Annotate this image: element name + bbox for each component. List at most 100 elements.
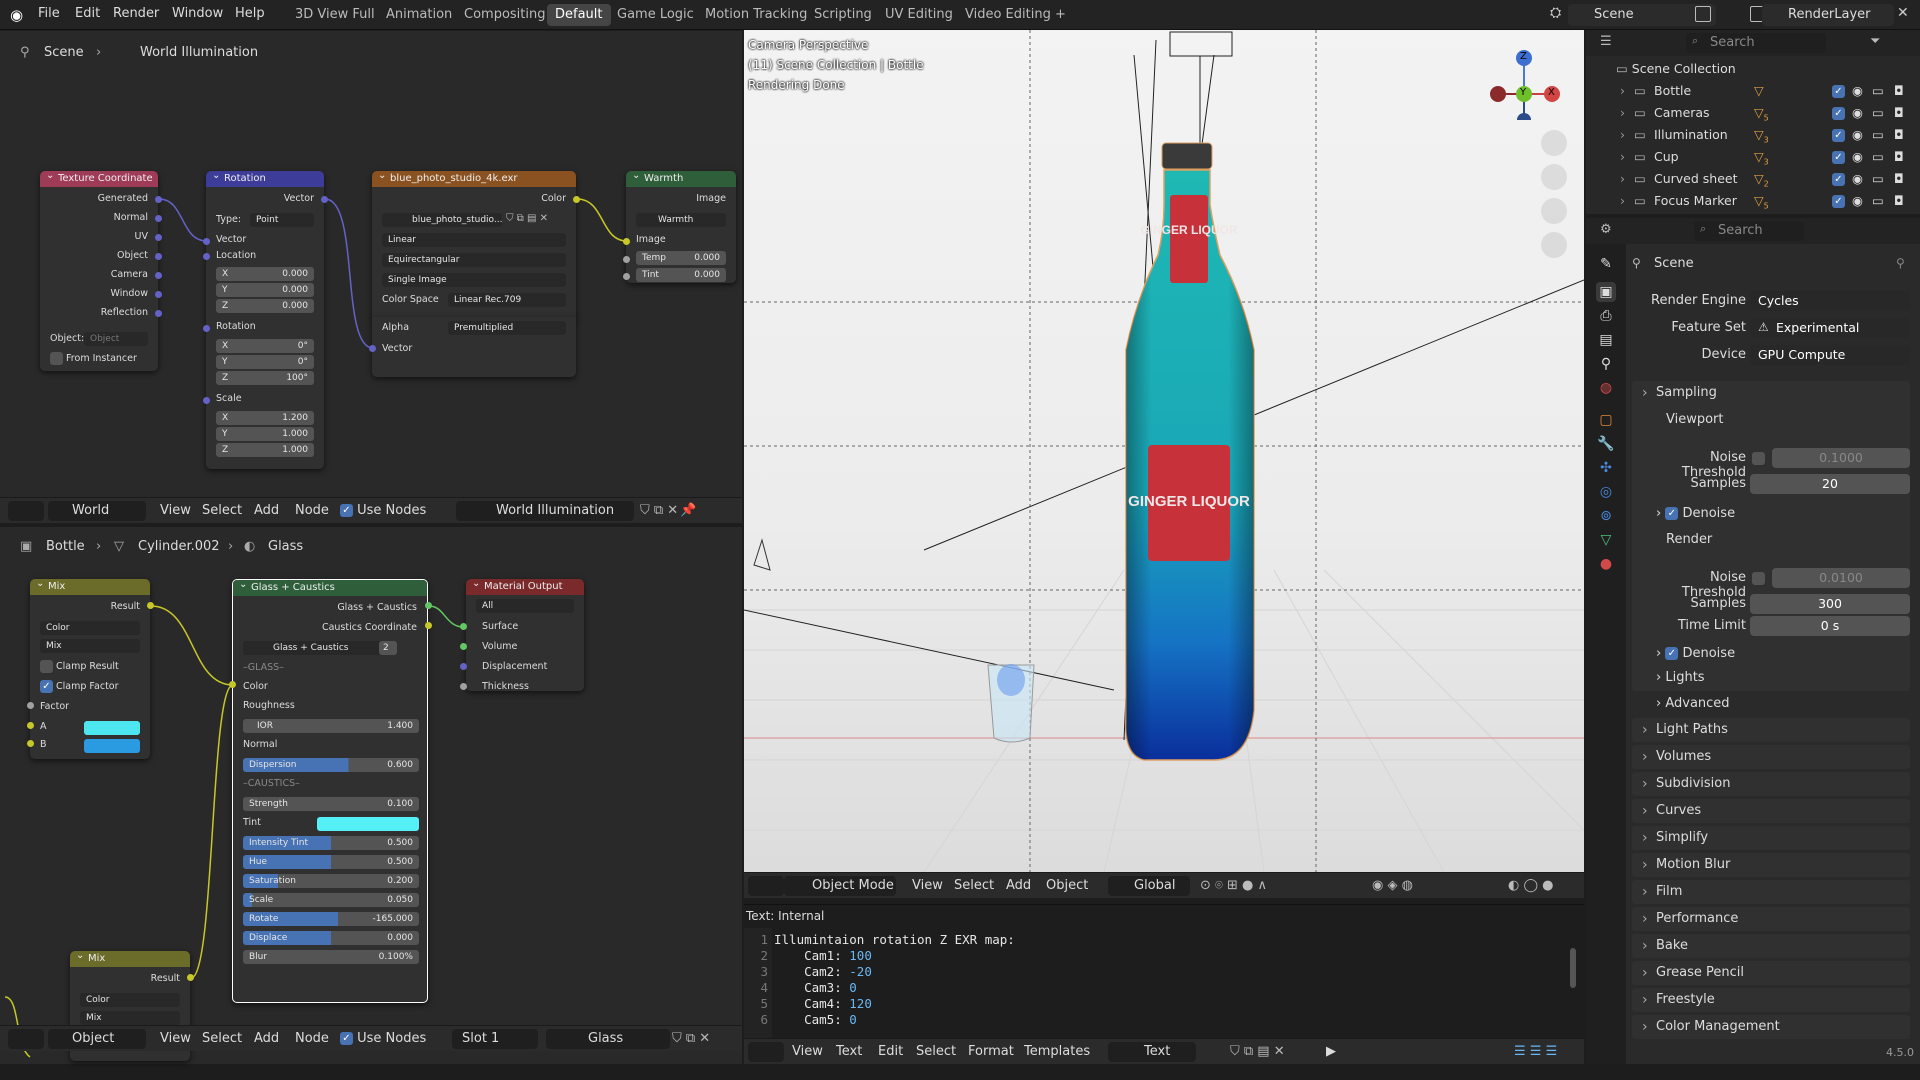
vp-noise-field[interactable]: 0.1000	[1772, 448, 1910, 468]
render-subpanel[interactable]: Render	[1642, 528, 1910, 552]
visibility-eye-icon[interactable]: ◉	[1852, 124, 1863, 146]
material-tab-icon[interactable]: ●	[1596, 554, 1616, 574]
menu-add[interactable]: Add	[1006, 878, 1031, 893]
menu-view[interactable]: View	[160, 1031, 191, 1046]
menu-select[interactable]: Select	[202, 1031, 242, 1046]
text-actions-icon[interactable]: ⛉ ⧉ ▤ ✕	[1230, 1044, 1285, 1059]
menu-view[interactable]: View	[792, 1044, 823, 1059]
r-samples-field[interactable]: 300	[1750, 594, 1910, 614]
render-camera-icon[interactable]: ◘	[1894, 102, 1904, 124]
outliner-row[interactable]: › ▭ Bottle ▽ ✓ ◉ ▭ ◘	[1586, 80, 1920, 102]
output-tab-icon[interactable]: ⎙	[1596, 306, 1616, 326]
panel-color-management[interactable]: Color Management	[1632, 1015, 1910, 1039]
menu-file[interactable]: File	[38, 6, 60, 21]
outliner-row[interactable]: › ▭ Curved sheet ▽2 ✓ ◉ ▭ ◘	[1586, 168, 1920, 190]
pin-icon[interactable]: 📌	[680, 503, 696, 518]
visibility-eye-icon[interactable]: ◉	[1852, 190, 1863, 212]
menu-add[interactable]: Add	[254, 1031, 279, 1046]
visibility-eye-icon[interactable]: ◉	[1852, 102, 1863, 124]
material-selector[interactable]: Glass	[546, 1029, 670, 1049]
navigation-gizmo[interactable]: Z Y X	[1484, 40, 1564, 127]
tab-uv-editing[interactable]: UV Editing	[877, 4, 961, 26]
panel-film[interactable]: Film	[1632, 880, 1910, 904]
panel-curves[interactable]: Curves	[1632, 799, 1910, 823]
material-actions-icon[interactable]: ⛉ ⧉ ✕	[672, 1031, 710, 1046]
menu-help[interactable]: Help	[235, 6, 265, 21]
r-denoise-subpanel[interactable]: › ✓ Denoise	[1656, 642, 1735, 666]
include-checkbox[interactable]: ✓	[1832, 107, 1845, 120]
menu-add[interactable]: Add	[254, 503, 279, 518]
modifier-tab-icon[interactable]: 🔧	[1596, 434, 1616, 454]
viewport-display-icon[interactable]: ▭	[1872, 146, 1884, 168]
tab-game-logic[interactable]: Game Logic	[609, 4, 702, 26]
scene-collection-row[interactable]: ▭ Scene Collection	[1586, 58, 1920, 80]
vp-samples-field[interactable]: 20	[1750, 474, 1910, 494]
panel-simplify[interactable]: Simplify	[1632, 826, 1910, 850]
shader-type-dropdown[interactable]: Object	[48, 1029, 146, 1049]
mode-dropdown[interactable]: Object Mode	[784, 876, 896, 896]
feature-set-dropdown[interactable]: Experimental	[1750, 318, 1910, 338]
editor-type-icon[interactable]	[8, 501, 44, 521]
viewport-display-icon[interactable]: ▭	[1872, 168, 1884, 190]
menu-select[interactable]: Select	[202, 503, 242, 518]
outliner[interactable]: ☰ Search ⌕ ⏷ ▭ Scene Collection › ▭ Bottle…	[1586, 30, 1920, 214]
tab-default[interactable]: Default	[547, 4, 611, 26]
3d-viewport[interactable]: GINGER LIQUOR GINGER LIQUOR Camera Persp…	[744, 30, 1584, 872]
panel-grease-pencil[interactable]: Grease Pencil	[1632, 961, 1910, 985]
render-camera-icon[interactable]: ◘	[1894, 124, 1904, 146]
menu-object[interactable]: Object	[1046, 878, 1088, 893]
viewport-display-icon[interactable]: ▭	[1872, 124, 1884, 146]
menu-select[interactable]: Select	[916, 1044, 956, 1059]
particles-tab-icon[interactable]: ✣	[1596, 458, 1616, 478]
menu-view[interactable]: View	[160, 503, 191, 518]
menu-edit[interactable]: Edit	[878, 1044, 903, 1059]
outliner-row[interactable]: › ▭ Cup ▽3 ✓ ◉ ▭ ◘	[1586, 146, 1920, 168]
vp-denoise-subpanel[interactable]: › ✓ Denoise	[1656, 502, 1735, 526]
shader-type-dropdown[interactable]: World	[48, 501, 146, 521]
include-checkbox[interactable]: ✓	[1832, 85, 1845, 98]
expand-chevron-icon[interactable]: ›	[1620, 124, 1625, 146]
camera-view-icon[interactable]	[1541, 198, 1567, 224]
editor-type-icon[interactable]	[748, 876, 784, 896]
render-camera-icon[interactable]: ◘	[1894, 190, 1904, 212]
text-block-selector[interactable]: Text	[1108, 1042, 1196, 1062]
object-tab-icon[interactable]: ▢	[1596, 410, 1616, 430]
tool-tab-icon[interactable]: ✎	[1596, 254, 1616, 274]
scene-tab-icon[interactable]: ⚲	[1596, 354, 1616, 374]
r-noise-field[interactable]: 0.0100	[1772, 568, 1910, 588]
world-actions-icon[interactable]: ⛉ ⧉ ✕	[640, 503, 678, 518]
time-limit-field[interactable]: 0 s	[1750, 616, 1910, 636]
panel-bake[interactable]: Bake	[1632, 934, 1910, 958]
visibility-eye-icon[interactable]: ◉	[1852, 80, 1863, 102]
editor-type-icon[interactable]	[748, 1042, 784, 1062]
render-engine-dropdown[interactable]: Cycles	[1750, 291, 1910, 311]
material-node-editor[interactable]: ▣ Bottle › ▽ Cylinder.002 › ◐ Glass Mix …	[0, 527, 742, 1064]
render-camera-icon[interactable]: ◘	[1894, 146, 1904, 168]
editor-type-icon[interactable]	[8, 1029, 44, 1049]
panel-freestyle[interactable]: Freestyle	[1632, 988, 1910, 1012]
outliner-row[interactable]: › ▭ Focus Marker ▽5 ✓ ◉ ▭ ◘	[1586, 190, 1920, 212]
menu-window[interactable]: Window	[172, 6, 223, 21]
tab-video-editing[interactable]: Video Editing	[957, 4, 1059, 26]
expand-chevron-icon[interactable]: ›	[1620, 190, 1625, 212]
r-noise-checkbox[interactable]	[1752, 572, 1765, 585]
pin-icon[interactable]: ⚲	[1896, 256, 1905, 270]
tab-compositing[interactable]: Compositing	[456, 4, 554, 26]
physics-tab-icon[interactable]: ◎	[1596, 482, 1616, 502]
panel-volumes[interactable]: Volumes	[1632, 745, 1910, 769]
world-tab-icon[interactable]: ◍	[1596, 378, 1616, 398]
world-selector[interactable]: World Illumination	[456, 501, 634, 521]
expand-chevron-icon[interactable]: ›	[1620, 146, 1625, 168]
editor-type-icon[interactable]: ⚙	[1600, 222, 1612, 237]
viewport-subpanel[interactable]: Viewport	[1642, 408, 1910, 432]
pan-hand-icon[interactable]	[1541, 164, 1567, 190]
data-tab-icon[interactable]: ▽	[1596, 530, 1616, 550]
scene-icon[interactable]: ⛭	[1550, 5, 1561, 21]
blender-logo-icon[interactable]: ◉	[10, 6, 28, 24]
run-script-icon[interactable]: ▶	[1326, 1044, 1336, 1059]
include-checkbox[interactable]: ✓	[1832, 129, 1845, 142]
menu-templates[interactable]: Templates	[1024, 1044, 1090, 1059]
render-camera-icon[interactable]: ◘	[1894, 168, 1904, 190]
outliner-search[interactable]: Search	[1686, 33, 1826, 53]
menu-format[interactable]: Format	[968, 1044, 1014, 1059]
